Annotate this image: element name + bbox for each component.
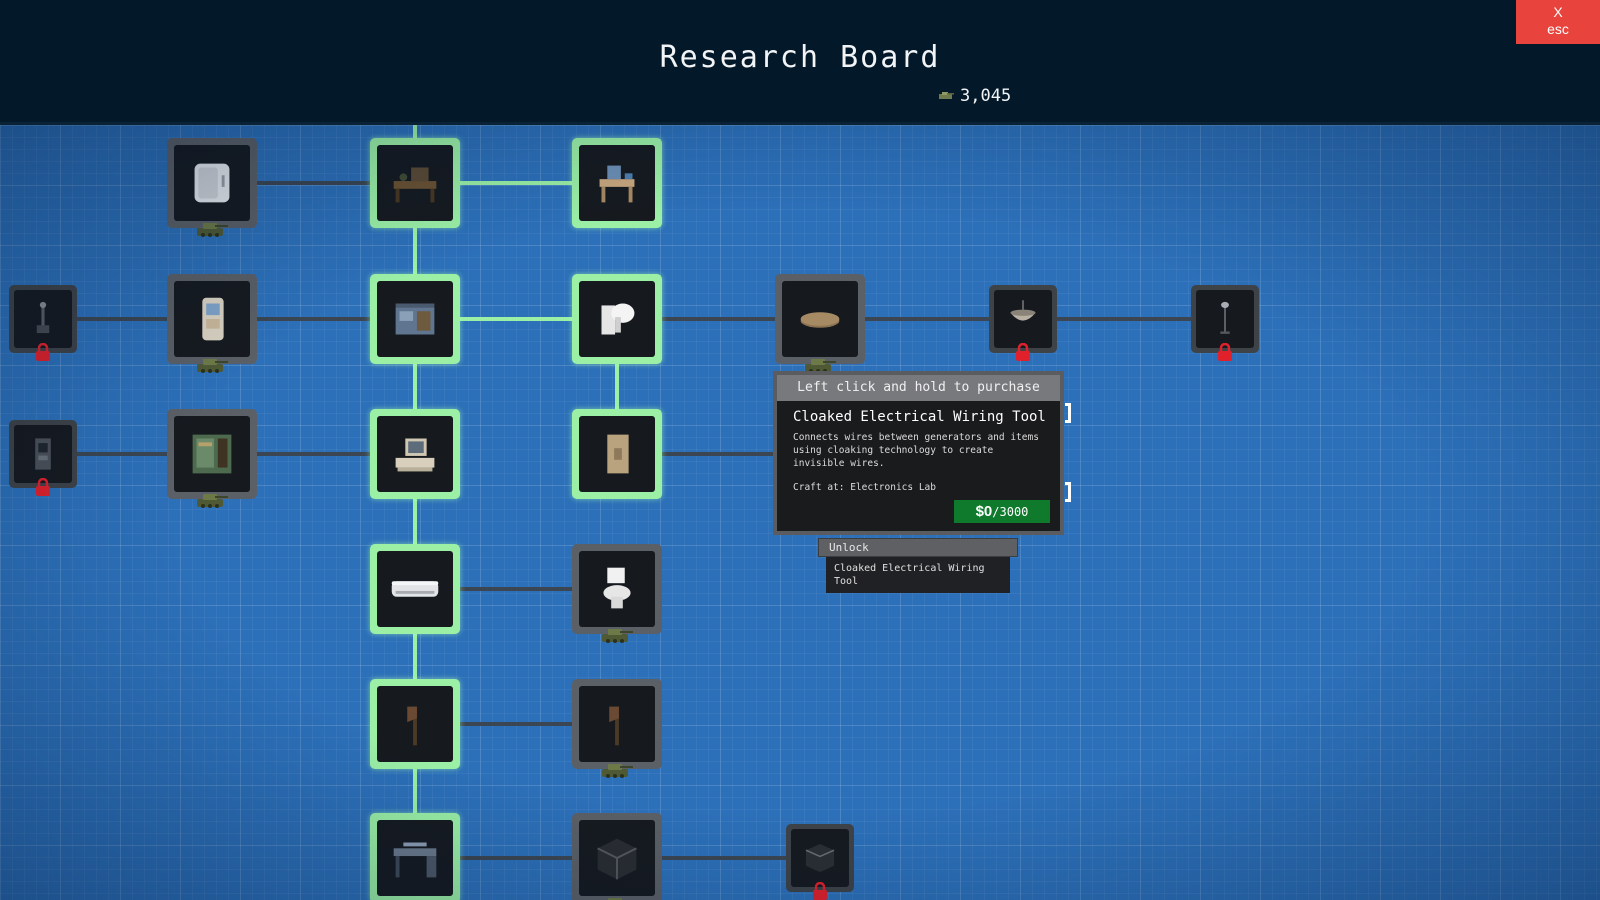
node-frame (579, 686, 655, 762)
node-frame (791, 829, 849, 887)
research-node-arcade-machine[interactable] (167, 274, 257, 373)
lamp-post-icon (36, 301, 50, 334)
currency-display: 3,045 (938, 86, 1011, 106)
close-label: X (1553, 4, 1563, 20)
research-node-round-table[interactable] (775, 274, 865, 373)
research-cost-icon (197, 223, 228, 237)
research-node-arcade-cabinet[interactable] (9, 420, 77, 496)
selection-bracket-top (1065, 403, 1071, 423)
research-node-lamp-post-left[interactable] (9, 285, 77, 361)
floor-lamp-icon (1220, 301, 1230, 334)
research-node-desk[interactable] (572, 138, 662, 228)
node-frame (377, 820, 453, 896)
arcade-cabinet-icon (35, 438, 51, 470)
price-bar[interactable]: $0/3000 (954, 500, 1050, 523)
purchase-hint: Left click and hold to purchase (777, 375, 1060, 401)
node-frame (1196, 290, 1254, 348)
dark-crate-icon (805, 843, 835, 873)
research-node-metal-crate[interactable] (572, 813, 662, 900)
workbench-icon (393, 167, 437, 203)
research-cost-icon (608, 898, 622, 900)
axe-icon (609, 706, 619, 746)
node-frame (14, 290, 72, 348)
node-frame (579, 551, 655, 627)
research-node-work-table[interactable] (370, 813, 460, 900)
node-frame (174, 281, 250, 357)
unlock-header: Unlock (818, 538, 1018, 557)
node-frame (174, 416, 250, 492)
research-node-wall-sink[interactable] (572, 274, 662, 364)
node-frame (782, 281, 858, 357)
chandelier-icon (1010, 300, 1036, 321)
node-frame (377, 281, 453, 357)
research-cost-icon (197, 494, 228, 508)
research-node-floor-lamp[interactable] (1191, 285, 1259, 361)
node-frame (377, 551, 453, 627)
close-hint: esc (1547, 21, 1569, 37)
axe-icon (407, 706, 417, 746)
computer-icon (395, 438, 435, 472)
item-tooltip: Left click and hold to purchase Cloaked … (773, 371, 1064, 535)
unlock-item: Cloaked Electrical Wiring Tool (826, 557, 1010, 593)
node-frame (579, 281, 655, 357)
node-frame (377, 686, 453, 762)
header-bar: Research Board 3,045 X esc (0, 0, 1600, 125)
node-frame (377, 416, 453, 492)
lock-icon (1218, 343, 1232, 361)
light-switch-icon (607, 434, 629, 474)
currency-amount: 3,045 (960, 86, 1012, 106)
research-node-vending-machine[interactable] (167, 409, 257, 508)
research-node-axe-upgrade[interactable] (572, 679, 662, 778)
generator-icon (395, 303, 435, 335)
wall-sink-icon (601, 303, 635, 335)
round-table-icon (800, 312, 840, 328)
research-node-dark-crate[interactable] (786, 824, 854, 900)
arcade-machine-icon (202, 297, 224, 341)
research-node-fridge[interactable] (167, 138, 257, 237)
lock-icon (36, 343, 50, 361)
node-frame (994, 290, 1052, 348)
work-table-icon (393, 842, 437, 878)
research-node-chandelier[interactable] (989, 285, 1057, 361)
research-cost-icon (197, 359, 228, 373)
research-node-workbench[interactable] (370, 138, 460, 228)
node-frame (579, 820, 655, 896)
price-total: /3000 (992, 505, 1029, 519)
research-cost-icon (602, 629, 633, 643)
metal-crate-icon (597, 838, 637, 880)
price-paid: $0 (975, 503, 993, 520)
toilet-icon (603, 567, 631, 609)
vending-machine-icon (192, 434, 232, 474)
research-node-light-switch[interactable] (572, 409, 662, 499)
mini-fridge-icon (194, 163, 230, 203)
node-frame (579, 416, 655, 492)
wall-heater-icon (391, 581, 439, 597)
research-token-icon (939, 92, 954, 99)
close-button[interactable]: X esc (1516, 0, 1600, 44)
unlock-panel: Unlock Cloaked Electrical Wiring Tool (818, 538, 1018, 593)
selection-bracket-bottom (1065, 482, 1071, 502)
small-desk-icon (599, 165, 635, 203)
lock-icon (36, 478, 50, 496)
craft-location: Craft at: Electronics Lab (793, 482, 936, 493)
node-frame (14, 425, 72, 483)
research-node-computer[interactable] (370, 409, 460, 499)
research-node-axe-owned[interactable] (370, 679, 460, 769)
lock-icon (1016, 343, 1030, 361)
item-description: Connects wires between generators and it… (793, 432, 1039, 469)
node-frame (174, 145, 250, 221)
research-node-toilet[interactable] (572, 544, 662, 643)
page-title: Research Board (659, 40, 941, 75)
node-frame (377, 145, 453, 221)
research-node-wall-heater[interactable] (370, 544, 460, 634)
item-name: Cloaked Electrical Wiring Tool (793, 409, 1046, 425)
research-node-generator[interactable] (370, 274, 460, 364)
lock-icon (813, 882, 827, 900)
node-frame (579, 145, 655, 221)
research-cost-icon (602, 764, 633, 778)
